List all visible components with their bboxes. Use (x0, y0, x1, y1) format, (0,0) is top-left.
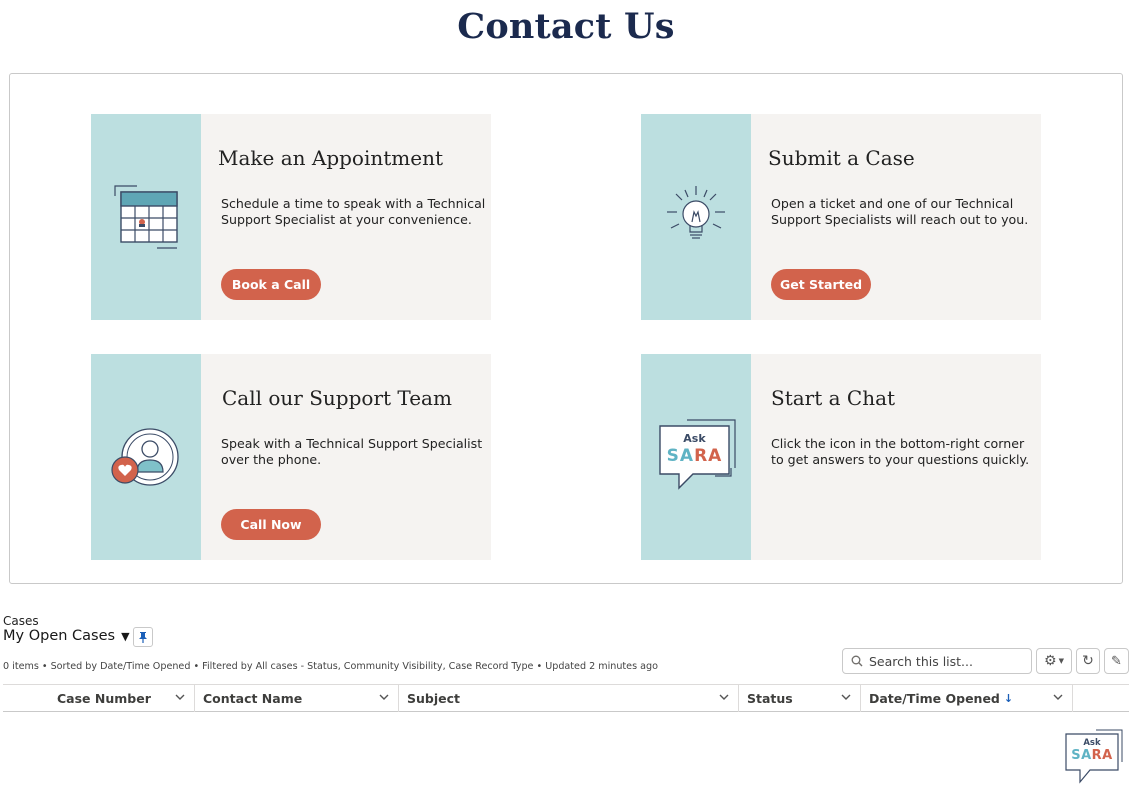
sara-label-part1: SA (1071, 748, 1092, 763)
cases-table-header: Case Number Contact Name Subject Status … (3, 684, 1129, 712)
column-label: Date/Time Opened (869, 691, 1000, 706)
list-meta-info: 0 items • Sorted by Date/Time Opened • F… (3, 661, 658, 672)
column-label: Contact Name (203, 691, 303, 706)
start-chat-card: Ask SARA Start a Chat Click the icon in … (641, 354, 1041, 560)
column-subject[interactable]: Subject (399, 685, 739, 712)
inline-edit-button[interactable]: ✎ (1104, 648, 1129, 674)
search-input[interactable] (869, 653, 1019, 669)
ask-sara-chat-icon: Ask SARA (657, 418, 737, 498)
column-case-number[interactable]: Case Number (3, 685, 195, 712)
card-title: Make an Appointment (218, 146, 443, 170)
card-description: Schedule a time to speak with a Technica… (221, 196, 486, 227)
pin-button[interactable] (133, 627, 153, 647)
ask-sara-chat-button[interactable]: Ask SARA (1064, 728, 1124, 786)
calendar-icon (114, 185, 178, 249)
get-started-button[interactable]: Get Started (771, 269, 871, 300)
gear-icon: ⚙ (1044, 653, 1057, 669)
card-description: Open a ticket and one of our Technical S… (771, 196, 1029, 227)
chevron-down-icon[interactable] (378, 691, 390, 706)
chevron-down-icon[interactable] (840, 691, 852, 706)
book-a-call-button[interactable]: Book a Call (221, 269, 321, 300)
column-contact-name[interactable]: Contact Name (195, 685, 399, 712)
contact-options-panel: Make an Appointment Schedule a time to s… (9, 73, 1123, 584)
lightbulb-icon (667, 186, 725, 239)
page-title: Contact Us (457, 6, 675, 47)
caret-down-icon: ▼ (1058, 657, 1064, 665)
refresh-icon: ↻ (1082, 653, 1094, 669)
chevron-down-icon[interactable] (718, 691, 730, 706)
card-description: Speak with a Technical Support Specialis… (221, 436, 483, 467)
object-label: Cases (3, 614, 39, 628)
appointment-card: Make an Appointment Schedule a time to s… (91, 114, 491, 320)
search-icon (851, 655, 863, 667)
chevron-down-icon[interactable] (1052, 691, 1064, 706)
ask-label: Ask (1083, 738, 1101, 748)
column-date-time-opened[interactable]: Date/Time Opened ↓ (861, 685, 1073, 712)
caret-down-icon: ▼ (121, 629, 130, 643)
card-description: Click the icon in the bottom-right corne… (771, 436, 1030, 467)
submit-case-card: Submit a Case Open a ticket and one of o… (641, 114, 1041, 320)
pencil-icon: ✎ (1111, 653, 1122, 669)
column-status[interactable]: Status (739, 685, 861, 712)
support-person-icon (111, 428, 179, 486)
sara-label-part2: RA (694, 446, 723, 466)
card-title: Submit a Case (768, 146, 915, 170)
card-title: Start a Chat (771, 386, 896, 410)
list-view-name: My Open Cases (3, 628, 116, 644)
refresh-button[interactable]: ↻ (1076, 648, 1100, 674)
sara-label-part2: RA (1091, 748, 1113, 763)
list-view-selector[interactable]: My Open Cases ▼ (3, 628, 130, 644)
column-label: Subject (407, 691, 460, 706)
sara-label-part1: SA (666, 446, 695, 466)
pin-icon (139, 632, 147, 643)
sort-descending-icon: ↓ (1003, 692, 1014, 705)
chevron-down-icon[interactable] (174, 691, 186, 706)
column-label: Status (747, 691, 793, 706)
column-label: Case Number (57, 691, 151, 706)
call-now-button[interactable]: Call Now (221, 509, 321, 540)
list-settings-button[interactable]: ⚙ ▼ (1036, 648, 1072, 674)
call-support-card: Call our Support Team Speak with a Techn… (91, 354, 491, 560)
search-box[interactable] (842, 648, 1032, 674)
card-title: Call our Support Team (222, 386, 452, 410)
ask-label: Ask (683, 432, 706, 445)
